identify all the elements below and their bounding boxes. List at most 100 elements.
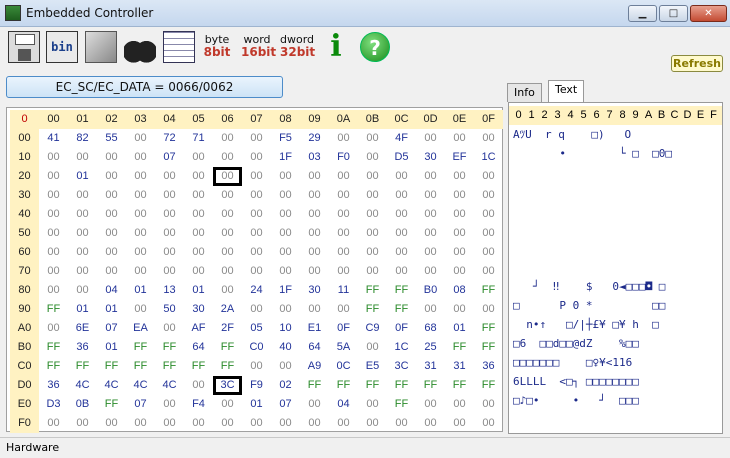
register-cell[interactable]: 00 [300,167,329,186]
register-cell[interactable]: 00 [39,186,68,205]
register-cell[interactable]: 00 [184,148,213,167]
register-cell[interactable]: 5A [329,338,358,357]
register-cell[interactable]: 25 [416,338,445,357]
register-cell[interactable]: D3 [39,395,68,414]
register-cell[interactable]: 00 [97,243,126,262]
register-cell[interactable]: 00 [184,186,213,205]
register-cell[interactable]: 00 [445,262,474,281]
register-cell[interactable]: 01 [97,338,126,357]
register-cell[interactable]: 00 [358,395,387,414]
register-cell[interactable]: F0 [329,148,358,167]
register-cell[interactable]: 00 [213,129,242,148]
register-cell[interactable]: 00 [39,224,68,243]
register-cell[interactable]: FF [213,338,242,357]
ec-port-button[interactable]: EC_SC/EC_DATA = 0066/0062 [6,76,283,98]
minimize-button[interactable]: ▁ [628,5,657,22]
register-cell[interactable]: A9 [300,357,329,376]
register-cell[interactable]: 00 [213,414,242,433]
register-cell[interactable]: FF [358,300,387,319]
register-cell[interactable]: 00 [242,186,271,205]
register-cell[interactable]: F4 [184,395,213,414]
register-cell[interactable]: 4C [97,376,126,395]
register-cell[interactable]: 00 [445,395,474,414]
register-cell[interactable]: 00 [184,205,213,224]
register-cell[interactable]: 00 [416,167,445,186]
register-cell[interactable]: 00 [155,167,184,186]
register-cell[interactable]: 00 [242,205,271,224]
register-cell[interactable]: 00 [416,414,445,433]
register-cell[interactable]: 00 [474,414,503,433]
register-cell[interactable]: 00 [39,319,68,338]
register-cell[interactable]: 00 [271,224,300,243]
register-cell[interactable]: 00 [416,243,445,262]
register-cell[interactable]: 00 [387,262,416,281]
close-button[interactable]: ✕ [690,5,727,22]
register-cell[interactable]: 1C [474,148,503,167]
register-cell[interactable]: 00 [300,205,329,224]
register-cell[interactable]: 1F [271,281,300,300]
register-cell[interactable]: 71 [184,129,213,148]
save-icon[interactable] [8,31,40,63]
register-cell[interactable]: 00 [126,129,155,148]
register-cell[interactable]: FF [358,376,387,395]
register-cell[interactable]: 00 [242,243,271,262]
register-cell[interactable]: 00 [445,414,474,433]
register-cell[interactable]: C0 [242,338,271,357]
register-cell[interactable]: FF [97,395,126,414]
register-cell[interactable]: 00 [68,205,97,224]
register-cell[interactable]: 00 [358,186,387,205]
register-cell[interactable]: 00 [213,224,242,243]
register-cell[interactable]: 00 [474,224,503,243]
register-cell[interactable]: 36 [39,376,68,395]
register-cell[interactable]: FF [387,300,416,319]
register-cell[interactable]: FF [387,376,416,395]
register-cell[interactable]: 00 [387,414,416,433]
register-cell[interactable]: 00 [155,262,184,281]
register-cell[interactable]: 04 [97,281,126,300]
register-cell[interactable]: E5 [358,357,387,376]
word-mode-button[interactable]: word 16bit [241,31,276,63]
register-cell[interactable]: 00 [445,186,474,205]
settings-icon[interactable] [85,31,117,63]
register-cell[interactable]: 00 [445,129,474,148]
register-cell[interactable]: 00 [300,243,329,262]
register-cell[interactable]: 00 [300,414,329,433]
register-cell[interactable]: 00 [68,262,97,281]
register-cell[interactable]: 00 [445,205,474,224]
register-cell[interactable]: EA [126,319,155,338]
register-cell[interactable]: FF [474,376,503,395]
register-cell[interactable]: 00 [416,395,445,414]
register-cell[interactable]: 00 [445,243,474,262]
register-cell[interactable]: 00 [271,205,300,224]
register-cell[interactable]: 07 [271,395,300,414]
register-cell[interactable]: 00 [474,262,503,281]
register-cell[interactable]: 00 [329,300,358,319]
register-cell[interactable]: 00 [358,148,387,167]
register-cell[interactable]: 00 [39,414,68,433]
register-cell[interactable]: 07 [97,319,126,338]
register-cell[interactable]: 01 [97,300,126,319]
register-cell[interactable]: FF [416,376,445,395]
register-cell[interactable]: 07 [126,395,155,414]
register-cell[interactable]: 00 [271,357,300,376]
register-cell[interactable]: 00 [474,243,503,262]
register-cell[interactable]: 00 [184,262,213,281]
register-cell[interactable]: 00 [271,167,300,186]
register-cell[interactable]: 6E [68,319,97,338]
register-cell[interactable]: 00 [416,300,445,319]
register-cell[interactable]: 1F [271,148,300,167]
register-cell[interactable]: 00 [97,167,126,186]
register-cell[interactable]: C9 [358,319,387,338]
register-cell[interactable]: 00 [242,224,271,243]
register-cell[interactable]: D5 [387,148,416,167]
register-cell[interactable]: 00 [387,167,416,186]
register-cell[interactable]: FF [39,357,68,376]
register-cell[interactable]: FF [329,376,358,395]
register-cell[interactable]: 4C [126,376,155,395]
register-cell[interactable]: 72 [155,129,184,148]
register-cell[interactable]: 00 [358,243,387,262]
register-cell[interactable]: 11 [329,281,358,300]
register-cell[interactable]: 30 [416,148,445,167]
register-cell[interactable]: 13 [155,281,184,300]
register-cell[interactable]: 01 [445,319,474,338]
